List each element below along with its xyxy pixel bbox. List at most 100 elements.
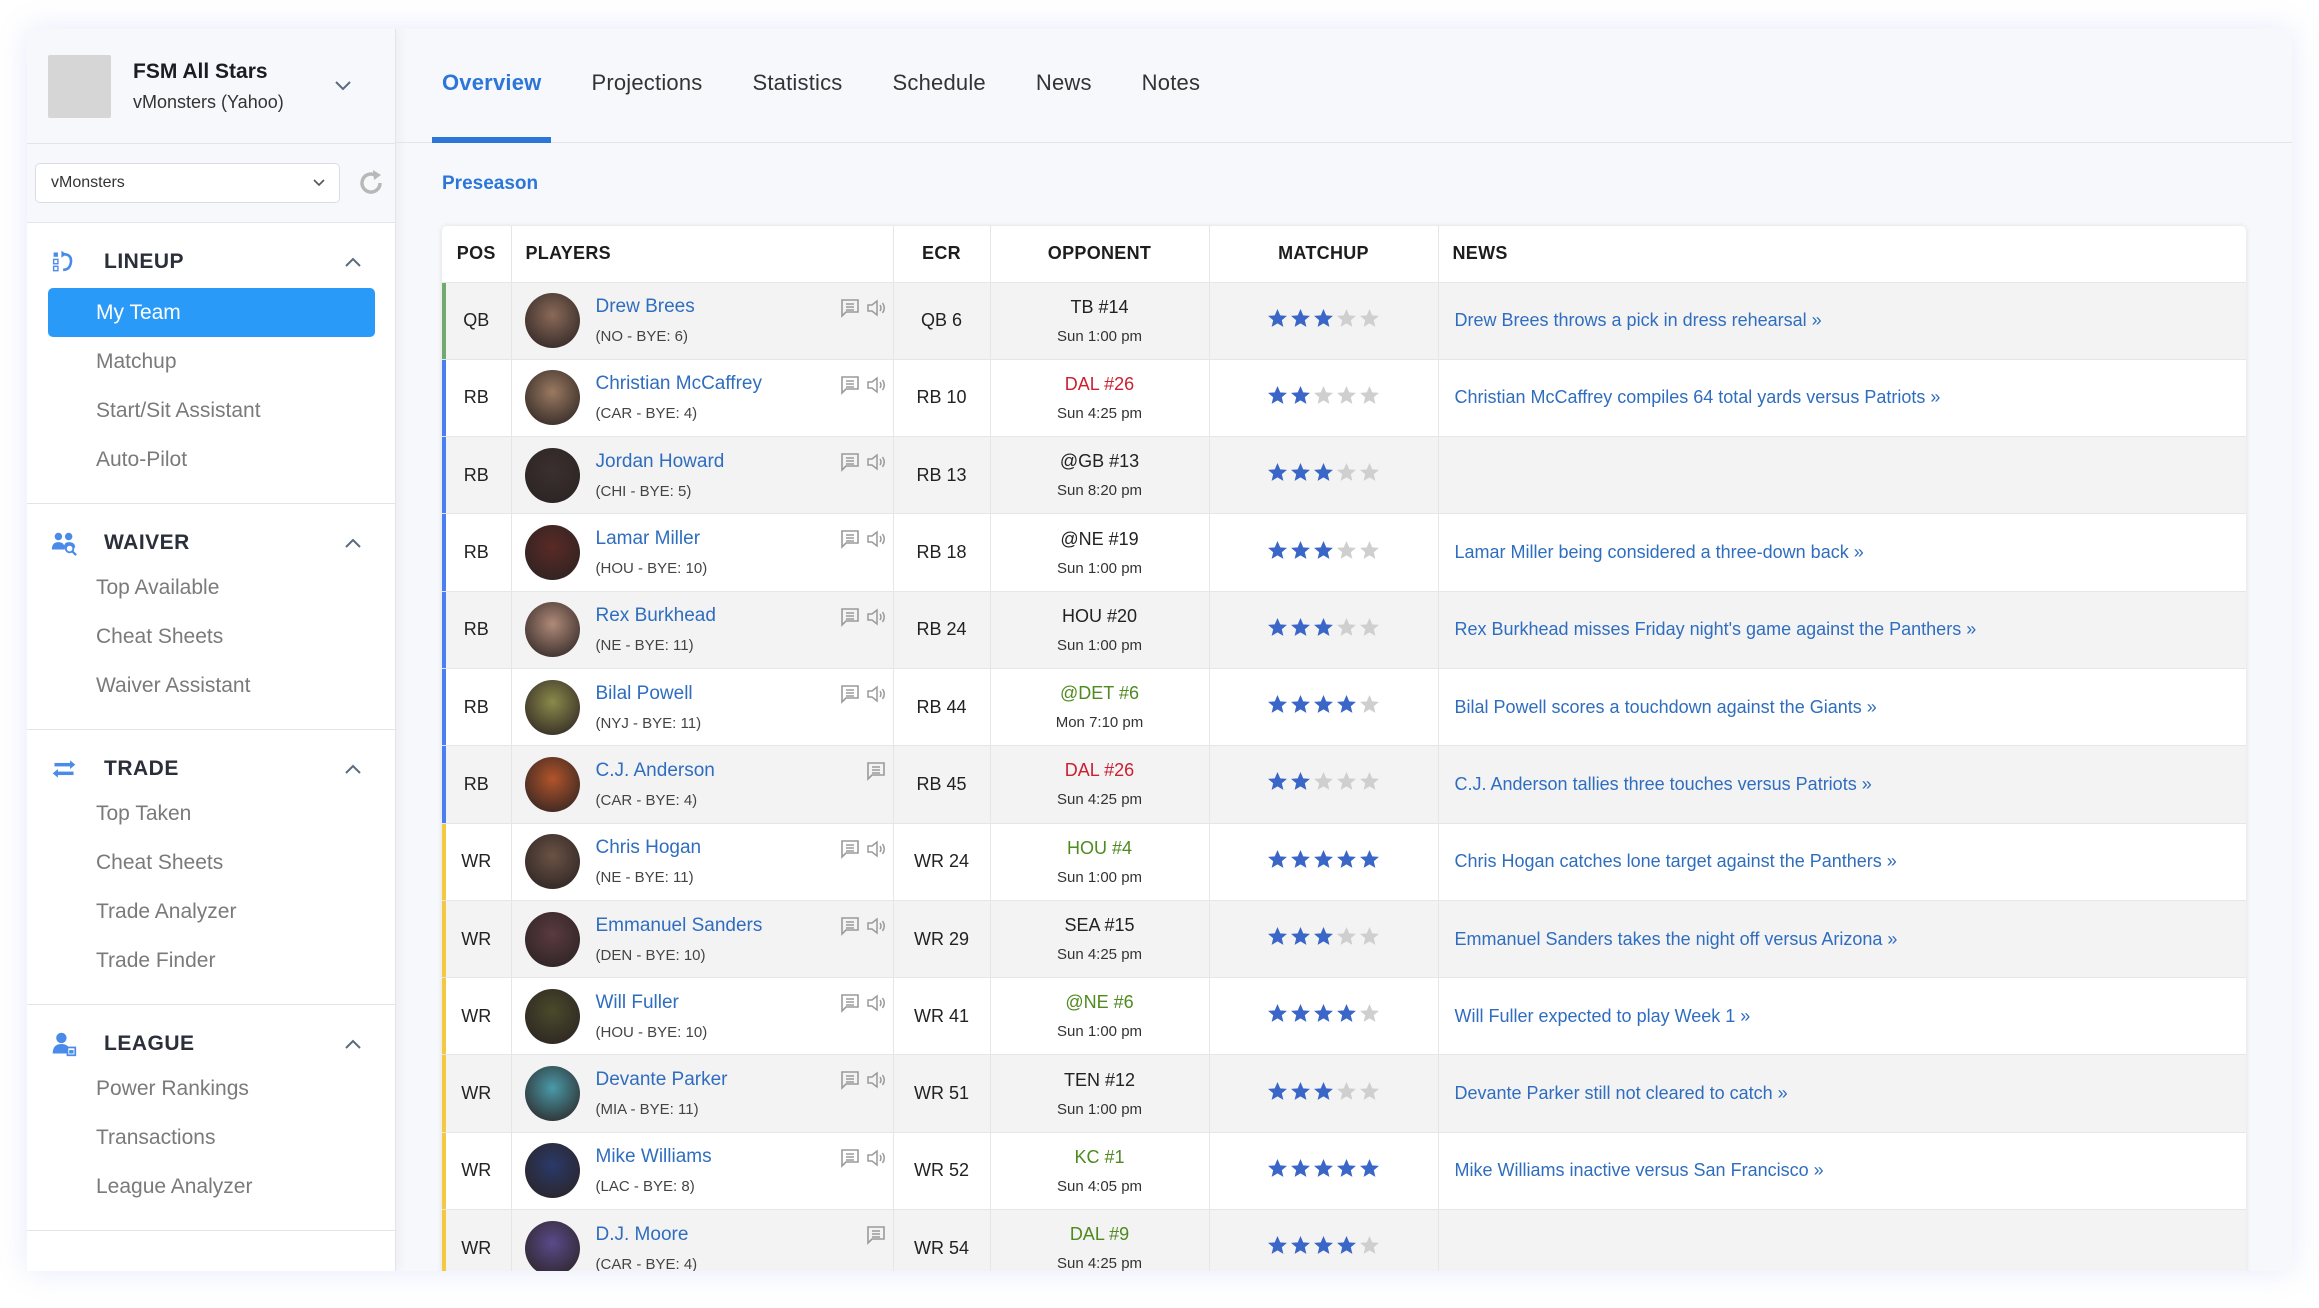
player-name-link[interactable]: Drew Brees <box>596 296 695 318</box>
audio-icon[interactable] <box>865 1069 887 1091</box>
note-icon[interactable] <box>839 297 861 319</box>
player-name-link[interactable]: C.J. Anderson <box>596 760 715 782</box>
news-link[interactable]: Emmanuel Sanders takes the night off ver… <box>1455 929 1898 949</box>
audio-icon[interactable] <box>865 992 887 1014</box>
sidebar-item-my-team[interactable]: My Team <box>48 288 375 337</box>
col-header-news[interactable]: NEWS <box>1438 226 2246 283</box>
audio-icon[interactable] <box>865 374 887 396</box>
player-avatar[interactable] <box>524 988 580 1044</box>
chevron-up-icon[interactable] <box>341 538 365 548</box>
sidebar-item-start-sit-assistant[interactable]: Start/Sit Assistant <box>27 386 395 435</box>
player-name-link[interactable]: Christian McCaffrey <box>596 373 762 395</box>
player-avatar[interactable] <box>524 1066 580 1122</box>
star-filled-icon <box>1314 1158 1333 1177</box>
player-avatar[interactable] <box>524 1143 580 1199</box>
player-name-link[interactable]: Emmanuel Sanders <box>596 915 763 937</box>
news-link[interactable]: Drew Brees throws a pick in dress rehear… <box>1455 310 1822 330</box>
chevron-up-icon[interactable] <box>341 257 365 267</box>
news-link[interactable]: Devante Parker still not cleared to catc… <box>1455 1083 1788 1103</box>
note-icon[interactable] <box>839 374 861 396</box>
player-name-link[interactable]: Jordan Howard <box>596 451 725 473</box>
note-icon[interactable] <box>839 606 861 628</box>
note-icon[interactable] <box>839 838 861 860</box>
sidebar-item-trade-finder[interactable]: Trade Finder <box>27 936 395 985</box>
note-icon[interactable] <box>839 992 861 1014</box>
nav-section-header-trade[interactable]: TRADE <box>27 749 395 789</box>
news-link[interactable]: Mike Williams inactive versus San Franci… <box>1455 1160 1824 1180</box>
nav-section-header-waiver[interactable]: WAIVER <box>27 523 395 563</box>
player-avatar[interactable] <box>524 293 580 349</box>
note-icon[interactable] <box>865 760 887 782</box>
audio-icon[interactable] <box>865 838 887 860</box>
player-name-link[interactable]: Devante Parker <box>596 1069 728 1091</box>
chevron-down-icon[interactable] <box>313 76 373 97</box>
player-name-link[interactable]: Chris Hogan <box>596 837 702 859</box>
note-icon[interactable] <box>839 1147 861 1169</box>
note-icon[interactable] <box>839 1069 861 1091</box>
col-header-pos[interactable]: POS <box>442 226 512 283</box>
col-header-ecr[interactable]: ECR <box>893 226 991 283</box>
league-select[interactable]: vMonsters <box>35 163 340 203</box>
audio-icon[interactable] <box>865 1147 887 1169</box>
player-avatar[interactable] <box>524 602 580 658</box>
sidebar-item-cheat-sheets[interactable]: Cheat Sheets <box>27 612 395 661</box>
player-avatar[interactable] <box>524 679 580 735</box>
news-link[interactable]: C.J. Anderson tallies three touches vers… <box>1455 774 1872 794</box>
note-icon[interactable] <box>839 683 861 705</box>
sidebar-item-trade-analyzer[interactable]: Trade Analyzer <box>27 887 395 936</box>
audio-icon[interactable] <box>865 606 887 628</box>
refresh-icon[interactable] <box>356 168 386 198</box>
player-avatar[interactable] <box>524 370 580 426</box>
audio-icon[interactable] <box>865 297 887 319</box>
player-avatar[interactable] <box>524 447 580 503</box>
sidebar-item-matchup[interactable]: Matchup <box>27 337 395 386</box>
tab-news[interactable]: News <box>1036 29 1092 142</box>
nav-section-header-lineup[interactable]: LINEUP <box>27 242 395 282</box>
audio-icon[interactable] <box>865 528 887 550</box>
news-link[interactable]: Chris Hogan catches lone target against … <box>1455 851 1897 871</box>
col-header-opponent[interactable]: OPPONENT <box>990 226 1210 283</box>
player-name-link[interactable]: Bilal Powell <box>596 683 702 705</box>
sidebar-item-league-analyzer[interactable]: League Analyzer <box>27 1162 395 1211</box>
player-name-link[interactable]: Will Fuller <box>596 992 708 1014</box>
sidebar-item-waiver-assistant[interactable]: Waiver Assistant <box>27 661 395 710</box>
col-header-matchup[interactable]: MATCHUP <box>1209 226 1439 283</box>
audio-icon[interactable] <box>865 451 887 473</box>
player-avatar[interactable] <box>524 1220 580 1271</box>
audio-icon[interactable] <box>865 915 887 937</box>
sidebar-item-auto-pilot[interactable]: Auto-Pilot <box>27 435 395 484</box>
player-avatar[interactable] <box>524 525 580 581</box>
note-icon[interactable] <box>839 528 861 550</box>
player-name-link[interactable]: Rex Burkhead <box>596 605 716 627</box>
tab-notes[interactable]: Notes <box>1142 29 1200 142</box>
sidebar-item-top-taken[interactable]: Top Taken <box>27 789 395 838</box>
note-icon[interactable] <box>839 915 861 937</box>
player-name-link[interactable]: Mike Williams <box>596 1146 712 1168</box>
col-header-players[interactable]: PLAYERS <box>511 226 894 283</box>
chevron-up-icon[interactable] <box>341 764 365 774</box>
audio-icon[interactable] <box>865 683 887 705</box>
note-icon[interactable] <box>839 451 861 473</box>
sidebar-item-transactions[interactable]: Transactions <box>27 1113 395 1162</box>
sidebar-item-cheat-sheets[interactable]: Cheat Sheets <box>27 838 395 887</box>
player-avatar[interactable] <box>524 756 580 812</box>
team-header[interactable]: FSM All Stars vMonsters (Yahoo) <box>27 29 395 144</box>
sidebar-item-top-available[interactable]: Top Available <box>27 563 395 612</box>
tab-statistics[interactable]: Statistics <box>752 29 842 142</box>
chevron-up-icon[interactable] <box>341 1039 365 1049</box>
player-avatar[interactable] <box>524 834 580 890</box>
tab-projections[interactable]: Projections <box>591 29 702 142</box>
tab-schedule[interactable]: Schedule <box>893 29 986 142</box>
tab-overview[interactable]: Overview <box>431 29 552 143</box>
player-name-link[interactable]: D.J. Moore <box>596 1224 698 1246</box>
news-link[interactable]: Bilal Powell scores a touchdown against … <box>1455 697 1877 717</box>
player-name-link[interactable]: Lamar Miller <box>596 528 708 550</box>
nav-section-header-league[interactable]: LEAGUE <box>27 1024 395 1064</box>
note-icon[interactable] <box>865 1224 887 1246</box>
sidebar-item-power-rankings[interactable]: Power Rankings <box>27 1064 395 1113</box>
news-link[interactable]: Lamar Miller being considered a three-do… <box>1455 542 1864 562</box>
player-avatar[interactable] <box>524 911 580 967</box>
news-link[interactable]: Rex Burkhead misses Friday night's game … <box>1455 619 1977 639</box>
news-link[interactable]: Christian McCaffrey compiles 64 total ya… <box>1455 387 1941 407</box>
news-link[interactable]: Will Fuller expected to play Week 1 » <box>1455 1006 1751 1026</box>
